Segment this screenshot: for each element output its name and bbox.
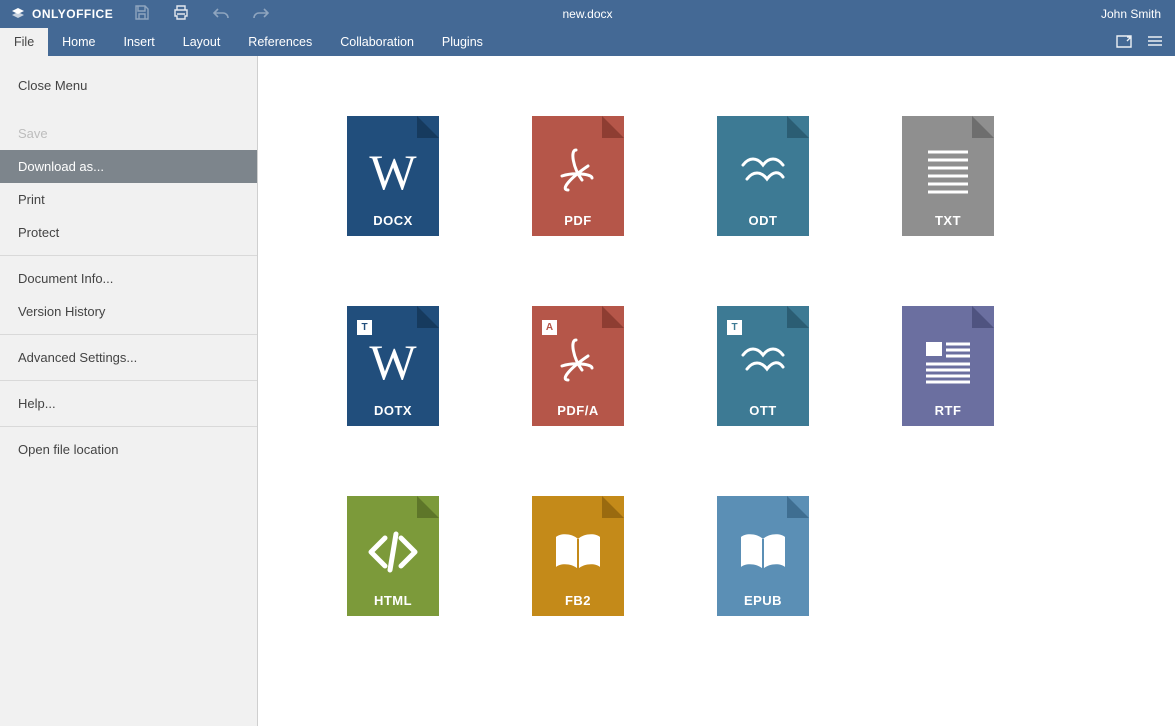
format-label: EPUB (717, 593, 809, 608)
view-settings-icon[interactable] (1147, 35, 1163, 50)
menu-item-protect[interactable]: Protect (0, 216, 257, 249)
format-tile-html[interactable]: HTML (347, 496, 439, 616)
file-glyph-icon (532, 138, 624, 206)
file-menu-sidebar: Close Menu Save Download as... Print Pro… (0, 56, 258, 726)
format-grid: WDOCXPDFODTTXTWTDOTXAPDF/ATOTTRTFHTMLFB2… (258, 56, 1013, 616)
menu-item-save: Save (0, 117, 257, 150)
menu-item-version-history[interactable]: Version History (0, 295, 257, 328)
file-glyph-icon: W (347, 328, 439, 396)
menu-item-open-file-location[interactable]: Open file location (0, 433, 257, 466)
format-label: PDF (532, 213, 624, 228)
separator (0, 380, 257, 381)
format-tile-ott[interactable]: T OTT (717, 306, 809, 426)
undo-icon[interactable] (212, 6, 230, 23)
tab-references[interactable]: References (234, 28, 326, 56)
user-name[interactable]: John Smith (1101, 7, 1175, 21)
menu-bar: File Home Insert Layout References Colla… (0, 28, 1175, 56)
workspace: Close Menu Save Download as... Print Pro… (0, 56, 1175, 726)
file-glyph-icon (717, 518, 809, 586)
file-glyph-icon (532, 328, 624, 396)
quick-access-toolbar (133, 4, 270, 24)
file-glyph-icon (717, 138, 809, 206)
tab-plugins[interactable]: Plugins (428, 28, 497, 56)
menu-item-close[interactable]: Close Menu (0, 56, 257, 103)
file-glyph-icon (532, 518, 624, 586)
brand: ONLYOFFICE (0, 6, 113, 22)
format-label: RTF (902, 403, 994, 418)
format-label: HTML (347, 593, 439, 608)
separator (0, 334, 257, 335)
tab-layout[interactable]: Layout (169, 28, 235, 56)
template-badge: T (727, 320, 742, 335)
menu-item-advanced-settings[interactable]: Advanced Settings... (0, 341, 257, 374)
format-label: OTT (717, 403, 809, 418)
format-label: DOTX (347, 403, 439, 418)
menu-item-document-info[interactable]: Document Info... (0, 262, 257, 295)
format-tile-docx[interactable]: W DOCX (347, 116, 439, 236)
menu-item-download-as[interactable]: Download as... (0, 150, 257, 183)
tab-file[interactable]: File (0, 28, 48, 56)
template-badge: T (357, 320, 372, 335)
print-icon[interactable] (172, 4, 190, 24)
format-tile-odt[interactable]: ODT (717, 116, 809, 236)
format-tile-fb2[interactable]: FB2 (532, 496, 624, 616)
format-tile-dotx[interactable]: WT DOTX (347, 306, 439, 426)
file-glyph-icon (347, 518, 439, 586)
app-logo-icon (10, 6, 26, 22)
tab-insert[interactable]: Insert (110, 28, 169, 56)
title-bar: ONLYOFFICE new.docx John Smith (0, 0, 1175, 28)
document-title: new.docx (562, 7, 612, 21)
tab-home[interactable]: Home (48, 28, 109, 56)
format-label: ODT (717, 213, 809, 228)
format-label: DOCX (347, 213, 439, 228)
format-tile-epub[interactable]: EPUB (717, 496, 809, 616)
format-tile-pdf[interactable]: PDF (532, 116, 624, 236)
file-glyph-icon (902, 328, 994, 396)
format-tile-pdfa[interactable]: A PDF/A (532, 306, 624, 426)
separator (0, 255, 257, 256)
format-label: FB2 (532, 593, 624, 608)
format-tile-txt[interactable]: TXT (902, 116, 994, 236)
brand-label: ONLYOFFICE (32, 7, 113, 21)
file-glyph-icon (902, 138, 994, 206)
separator (0, 426, 257, 427)
template-badge: A (542, 320, 557, 335)
tab-collaboration[interactable]: Collaboration (326, 28, 428, 56)
menu-item-print[interactable]: Print (0, 183, 257, 216)
format-label: PDF/A (532, 403, 624, 418)
file-glyph-icon: W (347, 138, 439, 206)
file-glyph-icon (717, 328, 809, 396)
download-as-panel: WDOCXPDFODTTXTWTDOTXAPDF/ATOTTRTFHTMLFB2… (258, 56, 1175, 726)
open-location-icon[interactable] (1115, 33, 1133, 52)
format-tile-rtf[interactable]: RTF (902, 306, 994, 426)
menu-item-help[interactable]: Help... (0, 387, 257, 420)
save-icon[interactable] (133, 4, 150, 24)
redo-icon[interactable] (252, 6, 270, 23)
format-label: TXT (902, 213, 994, 228)
